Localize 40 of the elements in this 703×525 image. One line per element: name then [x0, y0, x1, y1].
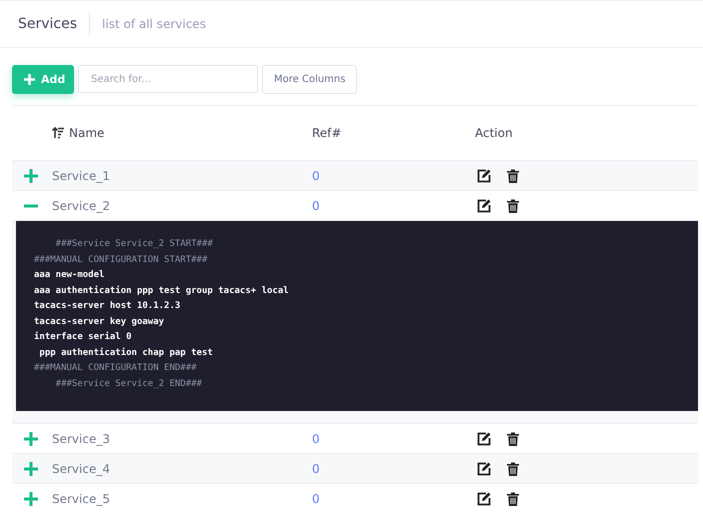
code-line: tacacs-server host 10.1.2.3 — [34, 300, 182, 313]
edit-icon[interactable] — [477, 432, 491, 446]
column-header[interactable]: Ref# — [312, 126, 342, 140]
service-name: Service_3 — [52, 432, 110, 446]
code-line: interface serial 0 — [34, 330, 133, 344]
page-subtitle: list of all services — [102, 17, 206, 31]
search-field[interactable]: Search for... — [78, 65, 258, 93]
service-name: Service_1 — [52, 168, 110, 182]
trash-icon[interactable] — [507, 432, 519, 446]
plus-icon — [24, 74, 35, 84]
code-line: aaa authentication ppp test group tacacs+ local — [34, 284, 290, 298]
more-columns-button[interactable]: More Columns — [262, 64, 358, 94]
code-line: ###MANUAL CONFIGURATION START### — [34, 254, 208, 266]
trash-icon[interactable] — [507, 168, 519, 182]
edit-icon[interactable] — [477, 462, 491, 476]
ref-count[interactable]: 0 — [312, 462, 320, 476]
add-button[interactable]: Add — [12, 64, 74, 94]
ref-count[interactable]: 0 — [312, 168, 320, 182]
sort-icon[interactable] — [52, 127, 65, 139]
service-name: Service_5 — [52, 492, 110, 506]
trash-icon[interactable] — [507, 492, 519, 506]
ref-count[interactable]: 0 — [312, 492, 320, 506]
ref-count[interactable]: 0 — [312, 198, 320, 212]
code-line: tacacs-server key goaway — [34, 316, 166, 328]
column-header[interactable]: Name — [69, 126, 104, 140]
service-name: Service_2 — [52, 198, 110, 212]
column-header: Action — [475, 126, 513, 140]
code-line: ###Service Service_2 START### — [54, 238, 214, 251]
code-line: ###MANUAL CONFIGURATION END### — [34, 362, 198, 375]
code-line: ppp authentication chap pap test — [38, 346, 214, 360]
trash-icon[interactable] — [507, 462, 519, 476]
code-line: aaa new-model — [34, 269, 106, 282]
edit-icon[interactable] — [477, 198, 491, 212]
edit-icon[interactable] — [477, 492, 491, 506]
edit-icon[interactable] — [477, 168, 491, 182]
code-line: ###Service Service_2 END### — [54, 378, 203, 390]
service-name: Service_4 — [52, 462, 110, 476]
ref-count[interactable]: 0 — [312, 432, 320, 446]
trash-icon[interactable] — [507, 198, 519, 212]
page-title: Services — [18, 16, 78, 32]
